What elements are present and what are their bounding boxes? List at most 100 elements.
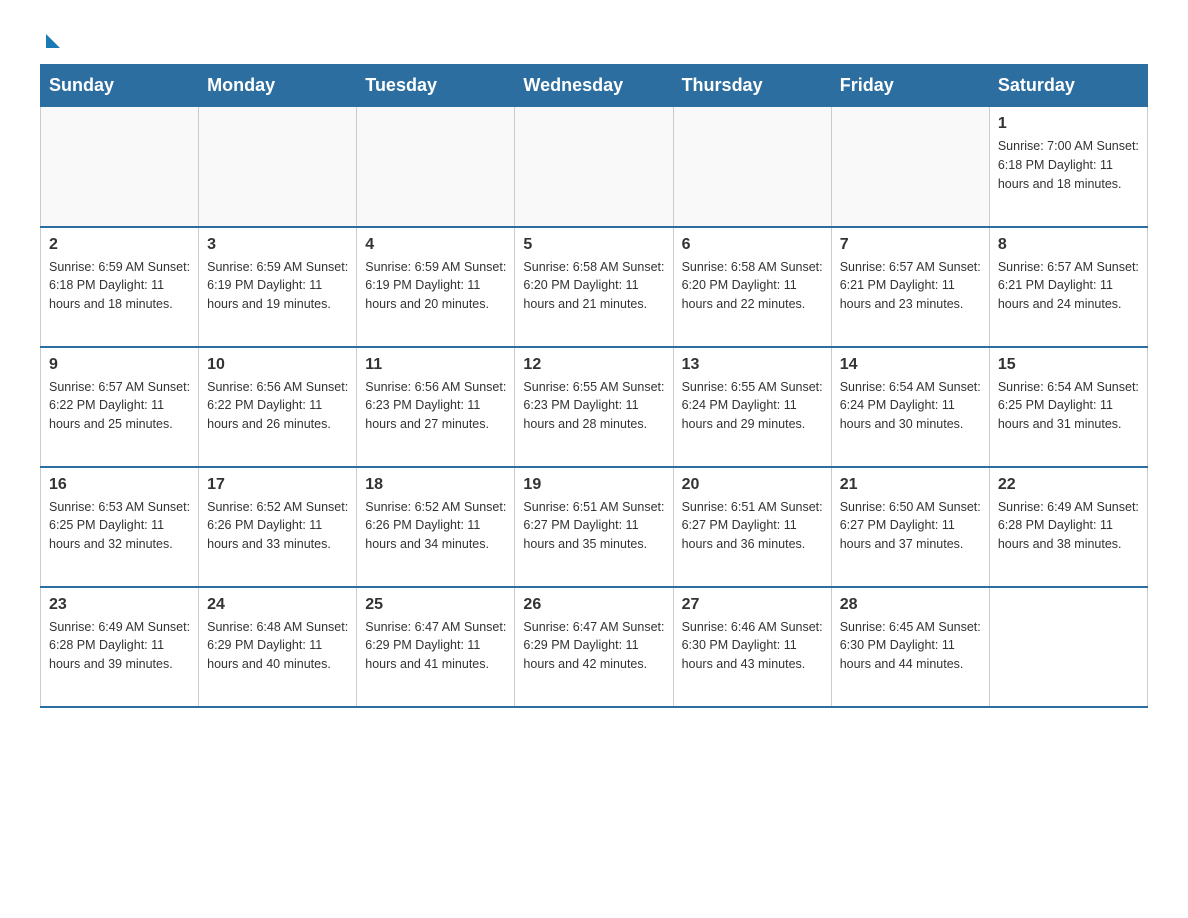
calendar-cell <box>989 587 1147 707</box>
calendar-cell: 4 Sunrise: 6:59 AM Sunset: 6:19 PM Daylig… <box>357 227 515 347</box>
weekday-header-friday: Friday <box>831 65 989 107</box>
page-header <box>40 30 1148 44</box>
day-number: 17 <box>207 476 348 494</box>
day-info: Sunrise: 6:48 AM Sunset: 6:29 PM Dayligh… <box>207 618 348 674</box>
calendar-cell: 6 Sunrise: 6:58 AM Sunset: 6:20 PM Daylig… <box>673 227 831 347</box>
day-info: Sunrise: 6:56 AM Sunset: 6:22 PM Dayligh… <box>207 378 348 434</box>
day-info: Sunrise: 6:52 AM Sunset: 6:26 PM Dayligh… <box>207 498 348 554</box>
calendar-cell: 28Sunrise: 6:45 AM Sunset: 6:30 PM Dayli… <box>831 587 989 707</box>
calendar-cell: 19 Sunrise: 6:51 AM Sunset: 6:27 PM Dayli… <box>515 467 673 587</box>
day-info: Sunrise: 6:58 AM Sunset: 6:20 PM Dayligh… <box>523 258 664 314</box>
calendar-cell: 1Sunrise: 7:00 AM Sunset: 6:18 PM Daylig… <box>989 107 1147 227</box>
day-info: Sunrise: 6:47 AM Sunset: 6:29 PM Dayligh… <box>523 618 664 674</box>
day-number: 18 <box>365 476 506 494</box>
day-number: 25 <box>365 596 506 614</box>
calendar-cell: 16 Sunrise: 6:53 AM Sunset: 6:25 PM Dayli… <box>41 467 199 587</box>
day-info: Sunrise: 6:55 AM Sunset: 6:23 PM Dayligh… <box>523 378 664 434</box>
calendar-cell: 26 Sunrise: 6:47 AM Sunset: 6:29 PM Dayli… <box>515 587 673 707</box>
calendar-cell <box>199 107 357 227</box>
calendar-cell: 25 Sunrise: 6:47 AM Sunset: 6:29 PM Dayli… <box>357 587 515 707</box>
day-number: 9 <box>49 356 190 374</box>
weekday-header-row: SundayMondayTuesdayWednesdayThursdayFrid… <box>41 65 1148 107</box>
calendar-cell: 22 Sunrise: 6:49 AM Sunset: 6:28 PM Dayli… <box>989 467 1147 587</box>
calendar-cell: 18 Sunrise: 6:52 AM Sunset: 6:26 PM Dayli… <box>357 467 515 587</box>
calendar-week-row: 1Sunrise: 7:00 AM Sunset: 6:18 PM Daylig… <box>41 107 1148 227</box>
day-info: Sunrise: 6:49 AM Sunset: 6:28 PM Dayligh… <box>998 498 1139 554</box>
day-info: Sunrise: 6:57 AM Sunset: 6:21 PM Dayligh… <box>840 258 981 314</box>
day-info: Sunrise: 6:52 AM Sunset: 6:26 PM Dayligh… <box>365 498 506 554</box>
calendar-cell: 10Sunrise: 6:56 AM Sunset: 6:22 PM Dayli… <box>199 347 357 467</box>
day-number: 3 <box>207 236 348 254</box>
day-number: 6 <box>682 236 823 254</box>
calendar-cell: 14 Sunrise: 6:54 AM Sunset: 6:24 PM Dayli… <box>831 347 989 467</box>
calendar-cell: 20 Sunrise: 6:51 AM Sunset: 6:27 PM Dayli… <box>673 467 831 587</box>
day-info: Sunrise: 6:58 AM Sunset: 6:20 PM Dayligh… <box>682 258 823 314</box>
day-number: 19 <box>523 476 664 494</box>
calendar-cell <box>831 107 989 227</box>
weekday-header-sunday: Sunday <box>41 65 199 107</box>
day-number: 11 <box>365 356 506 374</box>
weekday-header-wednesday: Wednesday <box>515 65 673 107</box>
day-info: Sunrise: 6:54 AM Sunset: 6:24 PM Dayligh… <box>840 378 981 434</box>
day-number: 12 <box>523 356 664 374</box>
calendar-week-row: 16 Sunrise: 6:53 AM Sunset: 6:25 PM Dayli… <box>41 467 1148 587</box>
calendar-cell: 3 Sunrise: 6:59 AM Sunset: 6:19 PM Daylig… <box>199 227 357 347</box>
weekday-header-thursday: Thursday <box>673 65 831 107</box>
calendar-cell: 9 Sunrise: 6:57 AM Sunset: 6:22 PM Daylig… <box>41 347 199 467</box>
day-number: 7 <box>840 236 981 254</box>
day-info: Sunrise: 6:59 AM Sunset: 6:19 PM Dayligh… <box>207 258 348 314</box>
day-info: Sunrise: 6:56 AM Sunset: 6:23 PM Dayligh… <box>365 378 506 434</box>
day-info: Sunrise: 6:51 AM Sunset: 6:27 PM Dayligh… <box>682 498 823 554</box>
calendar-cell: 15 Sunrise: 6:54 AM Sunset: 6:25 PM Dayli… <box>989 347 1147 467</box>
day-number: 28 <box>840 596 981 614</box>
day-number: 22 <box>998 476 1139 494</box>
calendar-cell: 8 Sunrise: 6:57 AM Sunset: 6:21 PM Daylig… <box>989 227 1147 347</box>
day-info: Sunrise: 6:53 AM Sunset: 6:25 PM Dayligh… <box>49 498 190 554</box>
day-number: 21 <box>840 476 981 494</box>
calendar-cell: 2 Sunrise: 6:59 AM Sunset: 6:18 PM Daylig… <box>41 227 199 347</box>
calendar-table: SundayMondayTuesdayWednesdayThursdayFrid… <box>40 64 1148 708</box>
day-number: 14 <box>840 356 981 374</box>
weekday-header-tuesday: Tuesday <box>357 65 515 107</box>
day-info: Sunrise: 6:54 AM Sunset: 6:25 PM Dayligh… <box>998 378 1139 434</box>
day-info: Sunrise: 6:59 AM Sunset: 6:18 PM Dayligh… <box>49 258 190 314</box>
calendar-cell: 7 Sunrise: 6:57 AM Sunset: 6:21 PM Daylig… <box>831 227 989 347</box>
day-number: 4 <box>365 236 506 254</box>
day-number: 23 <box>49 596 190 614</box>
calendar-cell: 13 Sunrise: 6:55 AM Sunset: 6:24 PM Dayli… <box>673 347 831 467</box>
day-number: 5 <box>523 236 664 254</box>
calendar-cell: 27 Sunrise: 6:46 AM Sunset: 6:30 PM Dayli… <box>673 587 831 707</box>
weekday-header-saturday: Saturday <box>989 65 1147 107</box>
calendar-week-row: 23 Sunrise: 6:49 AM Sunset: 6:28 PM Dayli… <box>41 587 1148 707</box>
calendar-cell <box>357 107 515 227</box>
calendar-cell: 17 Sunrise: 6:52 AM Sunset: 6:26 PM Dayli… <box>199 467 357 587</box>
day-info: Sunrise: 6:46 AM Sunset: 6:30 PM Dayligh… <box>682 618 823 674</box>
calendar-cell <box>515 107 673 227</box>
day-number: 13 <box>682 356 823 374</box>
calendar-cell: 12 Sunrise: 6:55 AM Sunset: 6:23 PM Dayli… <box>515 347 673 467</box>
logo <box>40 30 60 44</box>
day-info: Sunrise: 6:57 AM Sunset: 6:21 PM Dayligh… <box>998 258 1139 314</box>
calendar-cell: 24 Sunrise: 6:48 AM Sunset: 6:29 PM Dayli… <box>199 587 357 707</box>
day-number: 26 <box>523 596 664 614</box>
day-info: Sunrise: 6:47 AM Sunset: 6:29 PM Dayligh… <box>365 618 506 674</box>
day-number: 24 <box>207 596 348 614</box>
day-number: 20 <box>682 476 823 494</box>
calendar-cell: 11 Sunrise: 6:56 AM Sunset: 6:23 PM Dayli… <box>357 347 515 467</box>
logo-arrow-icon <box>46 34 60 48</box>
day-number: 8 <box>998 236 1139 254</box>
calendar-cell: 23 Sunrise: 6:49 AM Sunset: 6:28 PM Dayli… <box>41 587 199 707</box>
day-info: Sunrise: 6:57 AM Sunset: 6:22 PM Dayligh… <box>49 378 190 434</box>
day-info: Sunrise: 6:51 AM Sunset: 6:27 PM Dayligh… <box>523 498 664 554</box>
day-info: Sunrise: 6:50 AM Sunset: 6:27 PM Dayligh… <box>840 498 981 554</box>
day-number: 27 <box>682 596 823 614</box>
day-number: 16 <box>49 476 190 494</box>
calendar-cell <box>673 107 831 227</box>
day-number: 1 <box>998 115 1139 133</box>
day-info: Sunrise: 6:55 AM Sunset: 6:24 PM Dayligh… <box>682 378 823 434</box>
calendar-week-row: 2 Sunrise: 6:59 AM Sunset: 6:18 PM Daylig… <box>41 227 1148 347</box>
day-info: Sunrise: 6:49 AM Sunset: 6:28 PM Dayligh… <box>49 618 190 674</box>
day-number: 15 <box>998 356 1139 374</box>
day-number: 2 <box>49 236 190 254</box>
day-info: Sunrise: 6:59 AM Sunset: 6:19 PM Dayligh… <box>365 258 506 314</box>
